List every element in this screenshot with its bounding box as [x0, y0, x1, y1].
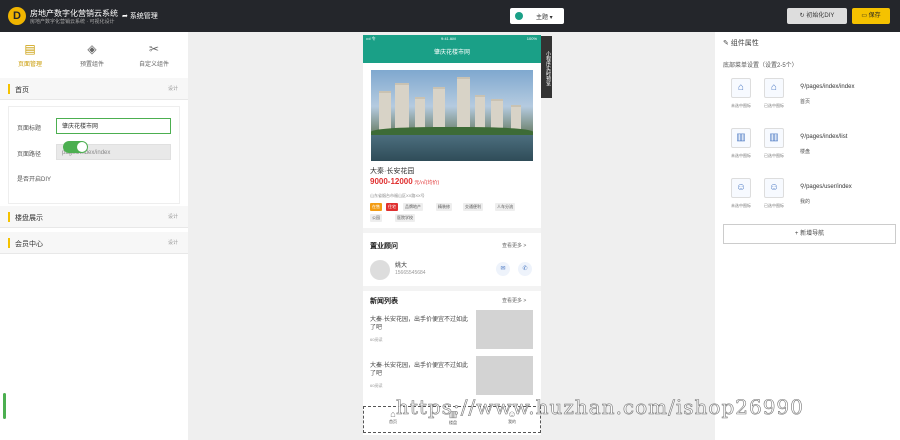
nav-name[interactable]: 楼盘	[800, 148, 810, 155]
component-props-title: ✎ 组件属性	[723, 40, 759, 47]
news-thumbnail[interactable]	[476, 310, 533, 349]
live-preview-tag: 小程序实时预览	[541, 36, 552, 98]
user-icon[interactable]: ☺	[764, 178, 784, 198]
nav-path[interactable]: ⚲/pages/index/list	[800, 133, 847, 140]
home-icon[interactable]: ⌂	[764, 78, 784, 98]
theme-color-swatch	[515, 12, 523, 20]
tag-badge: 公园	[370, 214, 382, 222]
phone-header-title: 肇庆花楼市网	[363, 43, 541, 63]
section-member[interactable]: 会员中心 设计	[0, 232, 188, 254]
avatar	[370, 260, 390, 280]
consultant-phone: 15665545684	[395, 270, 426, 276]
news-item-meta: 60阅读	[370, 383, 383, 388]
tag-badge: 医院学校	[395, 214, 415, 222]
app-subtitle: 房地产数字化营销云系统 · 可视化设计	[30, 19, 115, 25]
phone-icon[interactable]: ✆	[518, 262, 532, 276]
scroll-handle[interactable]	[3, 393, 6, 419]
diy-label: 是否开启DIY	[17, 177, 52, 183]
news-more-link[interactable]: 查看更多 >	[502, 297, 526, 304]
design-link[interactable]: 设计	[168, 239, 178, 246]
tag-badge: 交通便利	[463, 203, 483, 211]
phone-status-bar: •ııl 令 9:41 AM 100%	[363, 35, 541, 43]
building-icon[interactable]: ▥	[731, 128, 751, 148]
watermark-text: https://www.huzhan.com/ishop26990	[396, 395, 804, 420]
news-item-title[interactable]: 大秦·长安花园，出手价便宜不过如此了吧	[370, 316, 470, 332]
nav-name[interactable]: 我的	[800, 198, 810, 205]
tab-menu-subtitle: 底部菜单设置（设置2-5个）	[723, 63, 798, 69]
logo: D	[8, 7, 26, 25]
nav-path[interactable]: ⚲/pages/user/index	[800, 183, 852, 190]
save-button[interactable]: ▭ 保存	[852, 8, 890, 24]
tag-badge: 精装修	[436, 203, 452, 211]
property-banner-image[interactable]	[371, 70, 533, 161]
news-item-title[interactable]: 大秦·长安花园，出手价便宜不过如此了吧	[370, 362, 470, 378]
tab-custom-components[interactable]: ✂ 自定义组件	[129, 42, 179, 68]
page-title-label: 页面标题	[17, 126, 42, 132]
diy-toggle[interactable]	[63, 141, 88, 153]
section-home[interactable]: 首页 设计	[0, 78, 188, 100]
section-name: 楼盘展示	[15, 215, 43, 222]
tag-badge: 在售	[370, 203, 382, 211]
section-name: 首页	[15, 87, 29, 94]
tag-badge: 人车分流	[495, 203, 515, 211]
page-settings-form: 页面标题 肇庆花楼市网 页面路径 pages/index/index 是否开启D…	[8, 106, 180, 204]
add-nav-button[interactable]: + 新增导航	[723, 224, 896, 244]
property-address: 山东省烟台市福山区XX路XX号	[370, 193, 425, 198]
system-manage-label: 系统管理	[129, 13, 158, 20]
edit-icon: ✎	[723, 40, 731, 47]
wrench-icon: ✂	[148, 42, 160, 56]
property-name: 大秦·长安花园	[370, 168, 415, 175]
system-manage-button[interactable]: ➦ 系统管理	[122, 11, 158, 21]
news-section-title: 新闻列表	[370, 298, 398, 305]
section-property[interactable]: 楼盘展示 设计	[0, 206, 188, 228]
top-bar: D 房地产数字化营销云系统 房地产数字化营销云系统 · 可视化设计 ➦ 系统管理…	[0, 0, 900, 32]
chat-icon[interactable]: ✉	[496, 262, 510, 276]
tag-badge: 品牌地产	[403, 203, 423, 211]
design-link[interactable]: 设计	[168, 85, 178, 92]
back-arrow-icon: ➦	[122, 13, 130, 20]
nav-name[interactable]: 首页	[800, 98, 810, 105]
tag-badge: 住宅	[386, 203, 398, 211]
reset-diy-button[interactable]: ↻ 初始化DIY	[787, 8, 847, 24]
tab-page-manage[interactable]: ▤ 页面管理	[5, 42, 55, 68]
nav-path[interactable]: ⚲/pages/index/index	[800, 83, 854, 90]
consultant-more-link[interactable]: 查看更多 >	[502, 242, 526, 249]
property-price: 9000-12000 元/㎡(均价)	[370, 177, 440, 186]
page-path-label: 页面路径	[17, 152, 42, 158]
file-icon: ▤	[24, 42, 36, 56]
home-icon[interactable]: ⌂	[731, 78, 751, 98]
page-title-input[interactable]: 肇庆花楼市网	[56, 118, 171, 134]
cube-icon: ◈	[87, 42, 97, 56]
news-item-meta: 60阅读	[370, 337, 383, 342]
section-name: 会员中心	[15, 241, 43, 248]
theme-select-label: 主题 ▾	[536, 15, 553, 21]
user-icon[interactable]: ☺	[731, 178, 751, 198]
consultant-name: 姚大	[395, 263, 408, 269]
save-icon: ▭	[861, 13, 869, 19]
tab-preset-components[interactable]: ◈ 预置组件	[67, 42, 117, 68]
design-link[interactable]: 设计	[168, 213, 178, 220]
consultant-section-title: 置业顾问	[370, 243, 398, 250]
news-thumbnail[interactable]	[476, 356, 533, 395]
theme-select[interactable]: 主题 ▾	[510, 8, 564, 24]
left-panel: ▤ 页面管理 ◈ 预置组件 ✂ 自定义组件 首页 设计 楼盘展示 设计 会员中心 设计	[0, 32, 188, 440]
building-icon[interactable]: ▥	[764, 128, 784, 148]
